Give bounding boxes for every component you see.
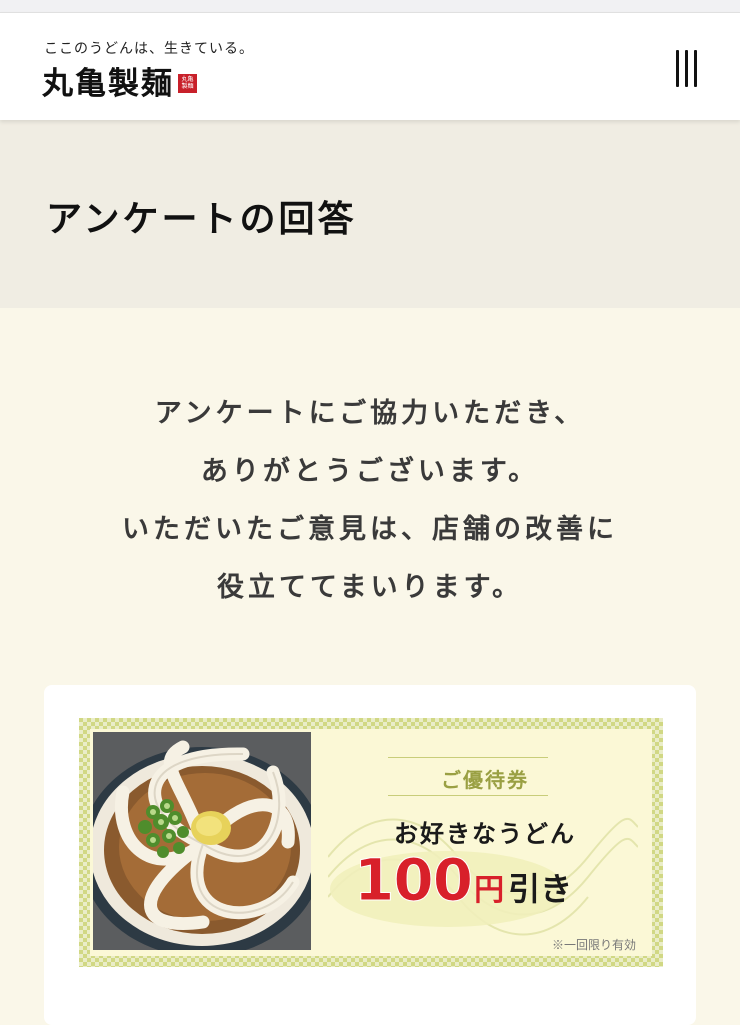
label-rule (388, 795, 548, 796)
coupon-item: お好きなうどん (394, 819, 576, 848)
coupon-label: ご優待券 (441, 768, 529, 792)
udon-photo (93, 732, 311, 950)
brand-logo[interactable]: 丸亀製麺 丸亀製麺 (42, 60, 197, 102)
hamburger-menu-icon[interactable] (668, 48, 704, 88)
message-line: アンケートにご協力いただき、 (154, 398, 586, 429)
coupon-note: ※一回限り有効 (551, 938, 636, 952)
page-title: アンケートの回答 (46, 198, 357, 240)
message-line: いただいたご意見は、店舗の改善に (122, 514, 618, 545)
page-title-band: アンケートの回答 (0, 120, 740, 308)
logo-text: 丸亀製麺 (42, 65, 174, 102)
thank-you-message: アンケートにご協力いただき、 ありがとうございます。 いただいたご意見は、店舗の… (0, 385, 740, 617)
site-header: ここのうどんは、生きている。 丸亀製麺 丸亀製麺 (0, 13, 740, 120)
brand-tagline: ここのうどんは、生きている。 (44, 41, 254, 57)
price-currency: 円 (474, 873, 505, 908)
coupon-inner: ご優待券 お好きなうどん 100 円 引き ※一回限り有効 (90, 729, 652, 956)
price-discount-label: 引き (508, 870, 573, 908)
browser-top-strip (0, 0, 740, 13)
coupon-text: ご優待券 お好きなうどん 100 円 引き ※一回限り有効 (318, 729, 652, 956)
coupon-price: 100 円 引き (353, 846, 573, 915)
logo-seal-icon: 丸亀製麺 (178, 73, 197, 93)
discount-coupon[interactable]: ご優待券 お好きなうどん 100 円 引き ※一回限り有効 (79, 718, 663, 967)
price-amount: 100 (353, 846, 473, 915)
message-line: ありがとうございます。 (200, 456, 540, 487)
label-rule (388, 757, 548, 758)
message-line: 役立ててまいります。 (217, 572, 523, 603)
